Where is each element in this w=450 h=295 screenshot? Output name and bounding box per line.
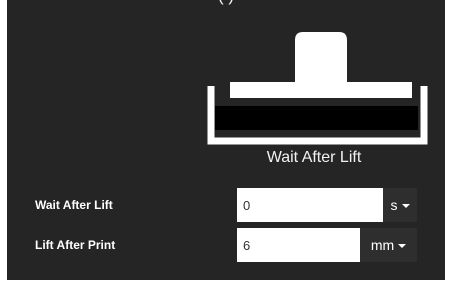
settings-panel: ( ) Wait After Lift Wait After Lift s Li… xyxy=(7,0,445,280)
lift-after-print-unit-label: mm xyxy=(370,237,395,253)
caret-down-icon xyxy=(401,204,410,209)
lift-after-print-input[interactable] xyxy=(237,228,360,262)
caret-down-icon xyxy=(398,244,407,249)
wait-after-lift-unit-dropdown[interactable]: s xyxy=(383,188,417,222)
wait-after-lift-label: Wait After Lift xyxy=(35,198,113,212)
wait-after-lift-input[interactable] xyxy=(237,188,383,222)
wait-after-lift-unit-label: s xyxy=(390,197,398,213)
build-head-shape xyxy=(295,32,347,82)
wait-after-lift-illustration xyxy=(207,32,428,145)
lift-after-print-unit-dropdown[interactable]: mm xyxy=(360,228,417,262)
lift-after-print-row: Lift After Print mm xyxy=(35,228,425,262)
illustration-caption: Wait After Lift xyxy=(266,149,362,166)
panel-heading-cut: ( ) xyxy=(7,0,445,6)
lift-after-print-label: Lift After Print xyxy=(35,238,116,252)
wait-after-lift-row: Wait After Lift s xyxy=(35,188,425,222)
resin-layer-shape xyxy=(215,106,418,130)
build-plate-shape xyxy=(230,82,412,98)
